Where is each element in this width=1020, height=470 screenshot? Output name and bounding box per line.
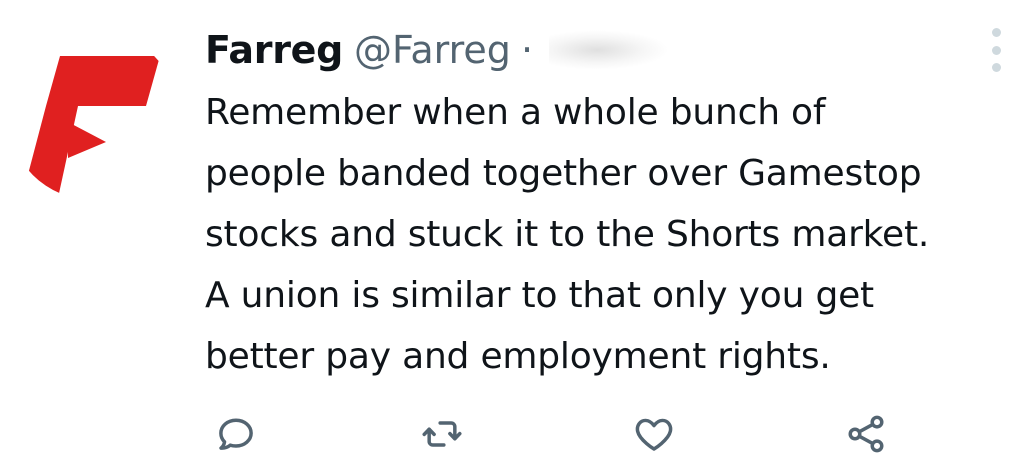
tweet-text-line: A union is similar to that only you get (205, 275, 874, 316)
more-options-button[interactable] (982, 28, 1010, 72)
tweet-text-line: people banded together over Gamestop (205, 153, 922, 194)
red-f-logo-icon (26, 56, 160, 198)
user-handle[interactable]: @Farreg (354, 28, 511, 72)
share-icon (848, 415, 884, 453)
separator-dot: · (520, 28, 534, 72)
tweet-text-line: Remember when a whole bunch of (205, 92, 826, 133)
display-name[interactable]: Farreg (205, 28, 343, 72)
tweet-card[interactable]: Farreg @Farreg · Remember when a whole b… (0, 0, 1020, 470)
share-button[interactable] (842, 410, 890, 458)
retweet-icon (422, 421, 462, 447)
tweet-actions (0, 402, 1020, 462)
like-heart-icon (635, 418, 673, 451)
reply-button[interactable] (212, 410, 260, 458)
tweet-text: Remember when a whole bunch of people ba… (205, 82, 1017, 387)
avatar[interactable] (8, 30, 178, 200)
tweet-header: Farreg @Farreg · (205, 22, 670, 78)
retweet-button[interactable] (418, 410, 466, 458)
like-button[interactable] (630, 410, 678, 458)
more-dots-vertical-icon (991, 28, 1001, 37)
tweet-text-line: better pay and employment rights. (205, 336, 831, 377)
more-dot (991, 45, 1001, 55)
more-dot (991, 63, 1001, 72)
redacted-timestamp (549, 30, 670, 70)
tweet-text-line: stocks and stuck it to the Shorts market… (205, 214, 930, 255)
reply-icon (219, 418, 253, 450)
